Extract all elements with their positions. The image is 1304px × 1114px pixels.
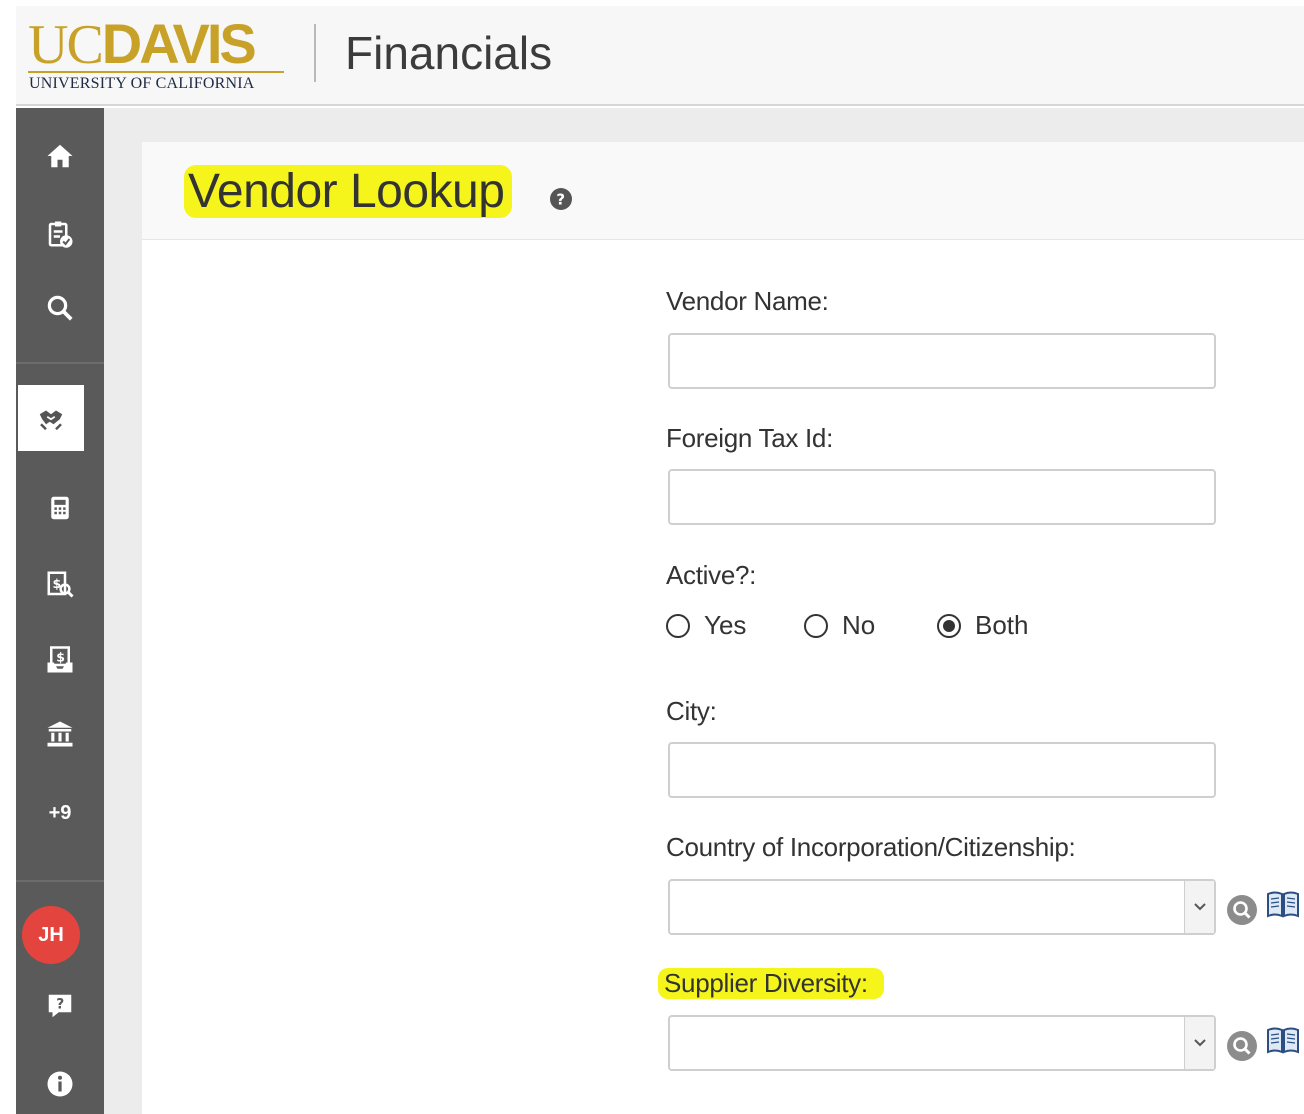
next-field-label-cutoff <box>668 1108 968 1114</box>
info-icon <box>47 1071 73 1097</box>
invoice-search-icon: $ <box>47 571 74 598</box>
svg-text:?: ? <box>56 997 64 1013</box>
clipboard-check-icon <box>48 221 73 248</box>
sidebar-item-help[interactable]: ? <box>16 976 104 1036</box>
sidebar-separator <box>16 362 104 364</box>
logo-wordmark: UCDAVIS <box>28 12 257 76</box>
home-icon <box>47 144 73 168</box>
help-icon[interactable]: ? <box>549 187 573 211</box>
country-select[interactable] <box>668 879 1216 935</box>
help-chat-icon: ? <box>48 994 72 1018</box>
sidebar-item-more[interactable]: +9 <box>16 783 104 843</box>
sidebar-item-info[interactable] <box>16 1054 104 1114</box>
radio-label: Yes <box>704 610 747 640</box>
bank-icon <box>47 721 73 747</box>
radio-label: No <box>842 610 876 640</box>
sidebar-item-tasks[interactable] <box>16 204 104 264</box>
user-avatar[interactable]: JH <box>22 906 80 964</box>
header-divider <box>314 24 316 82</box>
radio-label: Both <box>975 610 1029 640</box>
foreign-tax-id-input[interactable] <box>668 469 1216 525</box>
dropdown-arrow[interactable] <box>1184 881 1214 933</box>
lookup-search-icon[interactable] <box>1226 894 1258 926</box>
sidebar-nav: $ $ +9 JH ? <box>16 108 104 1114</box>
supplier-diversity-select[interactable] <box>668 1015 1216 1071</box>
lookup-search-icon[interactable] <box>1226 1030 1258 1062</box>
book-icon[interactable] <box>1266 890 1300 920</box>
city-label: City: <box>666 696 717 726</box>
supplier-diversity-label: Supplier Diversity: <box>658 968 884 999</box>
payment-icon: $ <box>47 646 73 673</box>
sidebar-separator <box>16 880 104 882</box>
foreign-tax-id-label: Foreign Tax Id: <box>666 423 834 453</box>
book-icon[interactable] <box>1266 1026 1300 1056</box>
active-radio-yes[interactable]: Yes <box>666 610 746 641</box>
radio-button[interactable] <box>666 613 690 638</box>
sidebar-item-search[interactable] <box>16 278 104 338</box>
dropdown-arrow[interactable] <box>1184 1017 1214 1069</box>
logo-subtext: UNIVERSITY OF CALIFORNIA <box>29 75 255 92</box>
ucdavis-logo[interactable]: UCDAVIS UNIVERSITY OF CALIFORNIA <box>28 16 290 98</box>
sidebar-item-payments[interactable]: $ <box>16 630 104 690</box>
radio-button[interactable] <box>804 613 828 638</box>
vendor-name-label: Vendor Name: <box>666 286 829 316</box>
radio-button-selected[interactable] <box>937 613 961 638</box>
handshake-icon <box>39 410 63 431</box>
logo-rule <box>28 71 284 73</box>
sidebar-item-vendors[interactable] <box>18 385 84 451</box>
more-items-label: +9 <box>48 801 72 824</box>
sidebar-item-home[interactable] <box>16 126 104 186</box>
svg-text:?: ? <box>556 191 565 209</box>
sidebar-item-invoices[interactable]: $ <box>16 554 104 614</box>
sidebar-item-calculator[interactable] <box>16 478 104 538</box>
chevron-down-icon <box>1193 1039 1206 1047</box>
chevron-down-icon <box>1193 903 1206 911</box>
active-radio-no[interactable]: No <box>804 610 875 641</box>
active-radio-both[interactable]: Both <box>937 610 1029 641</box>
app-header: UCDAVIS UNIVERSITY OF CALIFORNIA Financi… <box>16 6 1304 106</box>
sidebar-item-bank[interactable] <box>16 704 104 764</box>
city-input[interactable] <box>668 742 1216 798</box>
vendor-name-input[interactable] <box>668 333 1216 389</box>
page-title: Vendor Lookup <box>184 164 513 219</box>
panel-header: Vendor Lookup ? <box>142 142 1304 240</box>
calculator-icon <box>51 496 69 520</box>
app-title: Financials <box>345 27 553 79</box>
country-label: Country of Incorporation/Citizenship: <box>666 832 1076 862</box>
svg-text:$: $ <box>56 649 65 664</box>
active-label: Active?: <box>666 560 757 590</box>
search-icon <box>47 295 73 321</box>
